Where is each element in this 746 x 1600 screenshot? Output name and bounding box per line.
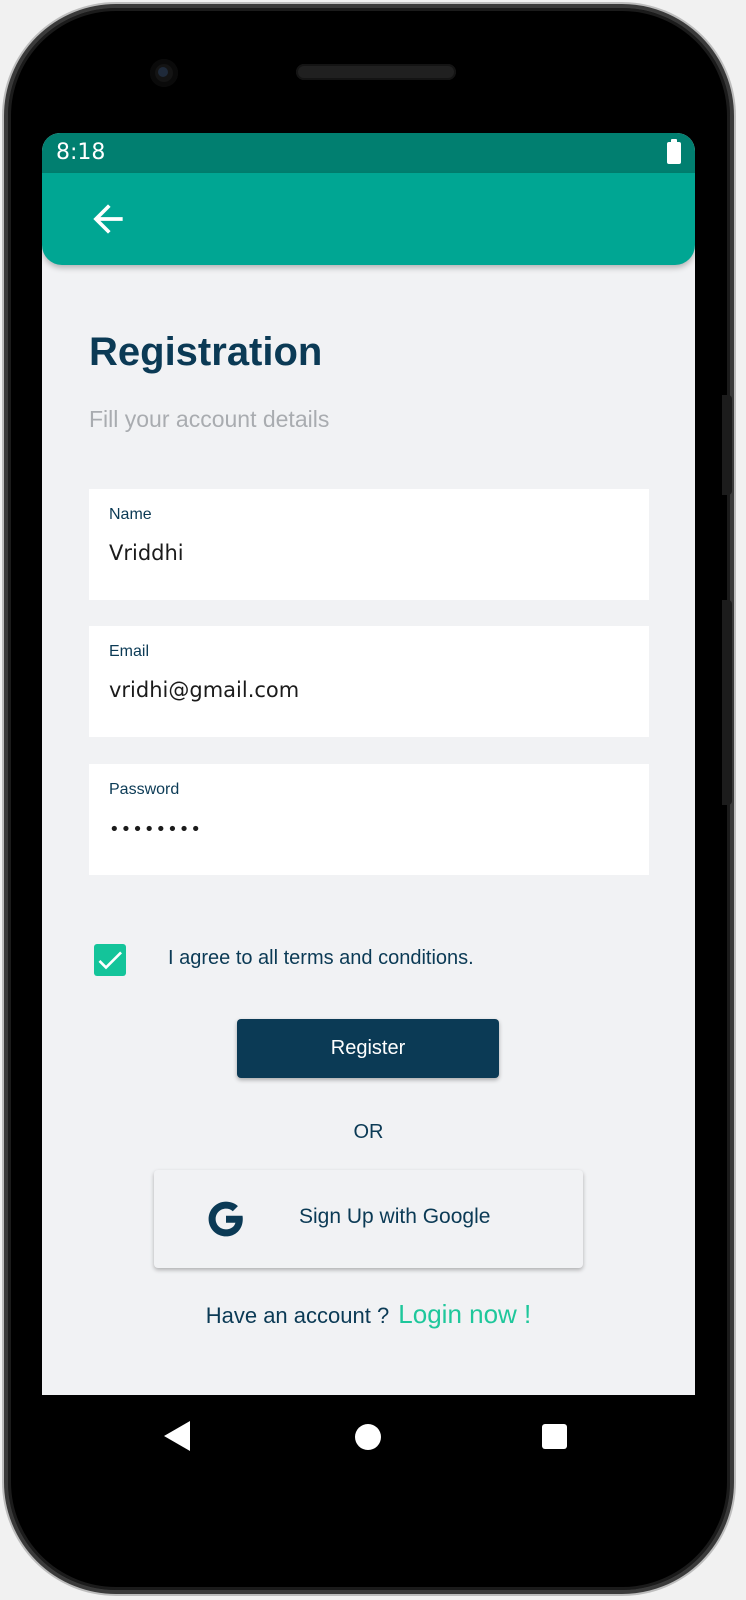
google-signup-label: Sign Up with Google: [299, 1205, 491, 1228]
page-subtitle: Fill your account details: [89, 406, 330, 432]
earpiece-speaker: [296, 64, 456, 80]
status-time: 8:18: [56, 140, 106, 165]
google-signup-button[interactable]: Sign Up with Google: [154, 1170, 583, 1268]
volume-button: [722, 600, 732, 805]
login-row: Have an account ? Login now !: [42, 1299, 695, 1330]
name-input[interactable]: [109, 541, 629, 565]
status-bar: 8:18: [42, 133, 695, 173]
page-title: Registration: [89, 330, 323, 374]
nav-recents-icon[interactable]: [542, 1424, 567, 1449]
app-screen: 8:18 Registration Fill your account deta…: [42, 133, 695, 1395]
name-field[interactable]: Name: [89, 489, 649, 600]
check-icon: [98, 951, 122, 970]
login-link[interactable]: Login now !: [398, 1299, 531, 1329]
arrow-back-icon: [93, 204, 123, 234]
google-icon: [208, 1201, 243, 1237]
terms-label[interactable]: I agree to all terms and conditions.: [168, 947, 474, 970]
email-field[interactable]: Email: [89, 626, 649, 737]
nav-back-icon[interactable]: [164, 1421, 190, 1451]
app-bar: [42, 173, 695, 265]
email-label: Email: [109, 643, 150, 660]
login-prompt: Have an account ?: [205, 1303, 390, 1328]
system-nav-bar: [42, 1395, 695, 1480]
terms-checkbox[interactable]: [94, 944, 126, 976]
battery-icon: [667, 139, 681, 164]
email-input[interactable]: [109, 678, 629, 702]
power-button: [722, 395, 732, 495]
password-field[interactable]: Password ••••••••: [89, 764, 649, 875]
name-label: Name: [109, 506, 152, 523]
password-label: Password: [109, 781, 180, 798]
back-button[interactable]: [86, 197, 130, 241]
front-camera: [150, 59, 178, 87]
or-divider: OR: [353, 1121, 384, 1143]
password-input[interactable]: ••••••••: [109, 819, 629, 840]
register-button[interactable]: Register: [237, 1019, 499, 1078]
nav-home-icon[interactable]: [355, 1424, 381, 1450]
